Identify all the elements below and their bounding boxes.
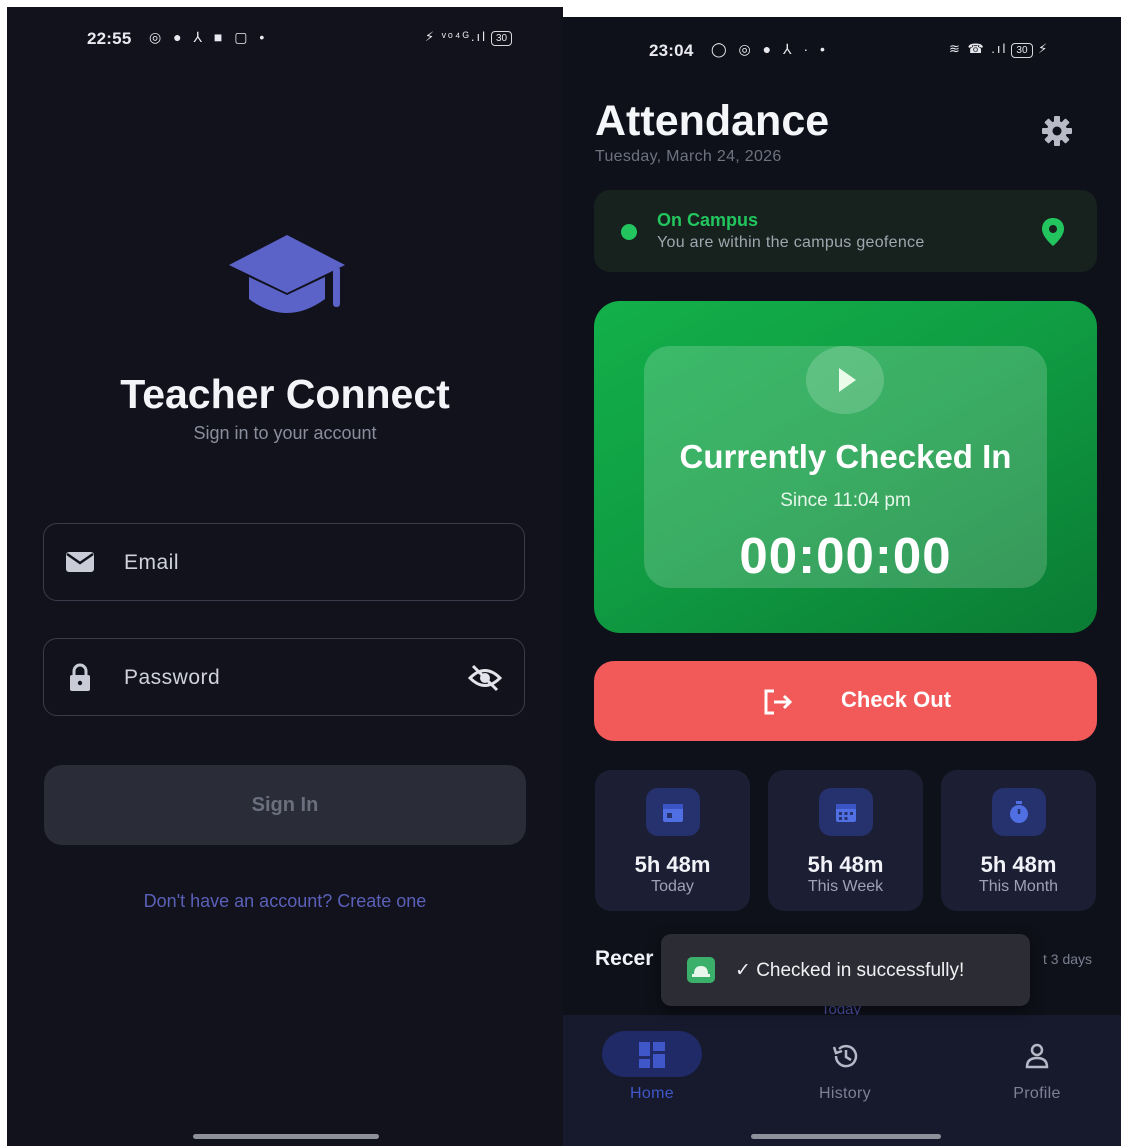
toast: ✓ Checked in successfully! bbox=[661, 934, 1030, 1006]
password-placeholder: Password bbox=[124, 666, 221, 689]
home-indicator[interactable] bbox=[193, 1134, 379, 1139]
campus-status-card: On Campus You are within the campus geof… bbox=[594, 190, 1097, 272]
app-title: Teacher Connect bbox=[120, 371, 450, 417]
graduation-cap-icon bbox=[229, 235, 345, 313]
nav-home[interactable]: Home bbox=[582, 1031, 722, 1113]
email-field[interactable]: Email bbox=[43, 523, 525, 601]
nav-profile[interactable]: Profile bbox=[967, 1033, 1107, 1113]
stat-card-week: 5h 48m This Week bbox=[768, 770, 923, 911]
play-icon bbox=[806, 346, 884, 414]
status-bar: 22:55 ◎ ● ⅄ ■ ▢ • ⚡ ᵛᵒ⁴ᴳ.ıl 30 bbox=[7, 7, 563, 67]
person-icon bbox=[1025, 1043, 1049, 1069]
eye-off-icon[interactable] bbox=[468, 663, 502, 693]
password-field[interactable]: Password bbox=[43, 638, 525, 716]
bottom-nav: Home History Profile bbox=[563, 1015, 1121, 1146]
stat-label: This Week bbox=[807, 878, 884, 895]
checkin-since: Since 11:04 pm bbox=[780, 490, 911, 511]
logout-icon bbox=[764, 689, 793, 715]
checkin-timer: 00:00:00 bbox=[739, 527, 952, 584]
attendance-screen: 23:04 ◯ ◎ ● ⅄ · • ≋ ☎ .ıl 30 ⚡ Attendance… bbox=[563, 17, 1121, 1146]
page-date: Tuesday, March 24, 2026 bbox=[595, 148, 782, 165]
status-bar: 23:04 ◯ ◎ ● ⅄ · • ≋ ☎ .ıl 30 ⚡ bbox=[563, 17, 1121, 77]
battery-icon: 30 bbox=[1011, 43, 1033, 58]
nav-history[interactable]: History bbox=[775, 1033, 915, 1113]
nav-label: Profile bbox=[1013, 1085, 1061, 1102]
app-icon bbox=[687, 957, 715, 983]
toast-message: ✓ Checked in successfully! bbox=[735, 960, 965, 981]
signal-icons: ⚡ ᵛᵒ⁴ᴳ.ıl 30 bbox=[425, 29, 513, 46]
nav-label: Home bbox=[630, 1085, 674, 1102]
calendar-today-icon bbox=[645, 788, 700, 836]
check-out-label: Check Out bbox=[841, 687, 952, 712]
checkin-panel: Currently Checked In Since 11:04 pm 00:0… bbox=[644, 346, 1047, 588]
nav-label: History bbox=[819, 1085, 871, 1102]
timer-icon bbox=[991, 788, 1046, 836]
campus-description: You are within the campus geofence bbox=[657, 234, 925, 251]
check-out-button[interactable]: Check Out bbox=[594, 661, 1097, 741]
page-title: Attendance bbox=[595, 97, 830, 145]
checkin-title: Currently Checked In bbox=[679, 438, 1012, 475]
email-placeholder: Email bbox=[124, 551, 180, 574]
home-indicator[interactable] bbox=[751, 1134, 941, 1139]
lock-icon bbox=[70, 663, 90, 691]
status-time: 23:04 bbox=[649, 41, 694, 60]
stat-value: 5h 48m bbox=[634, 852, 711, 877]
calendar-week-icon bbox=[818, 788, 873, 836]
mail-icon bbox=[66, 552, 94, 572]
history-icon bbox=[832, 1044, 858, 1068]
recent-heading: Recer bbox=[595, 947, 654, 970]
dashboard-icon bbox=[639, 1042, 665, 1068]
sign-in-button[interactable]: Sign In bbox=[44, 765, 526, 845]
battery-icon: 30 bbox=[490, 31, 513, 46]
campus-status: On Campus bbox=[657, 210, 759, 230]
checkin-card: Currently Checked In Since 11:04 pm 00:0… bbox=[594, 301, 1097, 633]
stat-label: Today bbox=[651, 878, 694, 895]
stat-card-month: 5h 48m This Month bbox=[941, 770, 1096, 911]
stat-value: 5h 48m bbox=[980, 852, 1057, 877]
location-pin-icon bbox=[1042, 218, 1064, 246]
app-subtitle: Sign in to your account bbox=[193, 423, 377, 443]
notification-icons: ◯ ◎ ● ⅄ · • bbox=[711, 41, 829, 57]
stat-value: 5h 48m bbox=[807, 852, 884, 877]
stat-label: This Month bbox=[978, 878, 1059, 895]
create-account-link[interactable]: Don't have an account? Create one bbox=[7, 891, 563, 912]
campus-status-dot bbox=[621, 224, 637, 240]
login-screen: 22:55 ◎ ● ⅄ ■ ▢ • ⚡ ᵛᵒ⁴ᴳ.ıl 30 Teacher Co… bbox=[7, 7, 563, 1146]
gear-icon[interactable] bbox=[1039, 113, 1075, 149]
stat-card-today: 5h 48m Today bbox=[595, 770, 750, 911]
status-time: 22:55 bbox=[87, 29, 132, 48]
notification-icons: ◎ ● ⅄ ■ ▢ • bbox=[149, 29, 269, 45]
recent-range: t 3 days bbox=[1043, 951, 1093, 967]
signal-icons: ≋ ☎ .ıl 30 ⚡ bbox=[949, 41, 1050, 58]
